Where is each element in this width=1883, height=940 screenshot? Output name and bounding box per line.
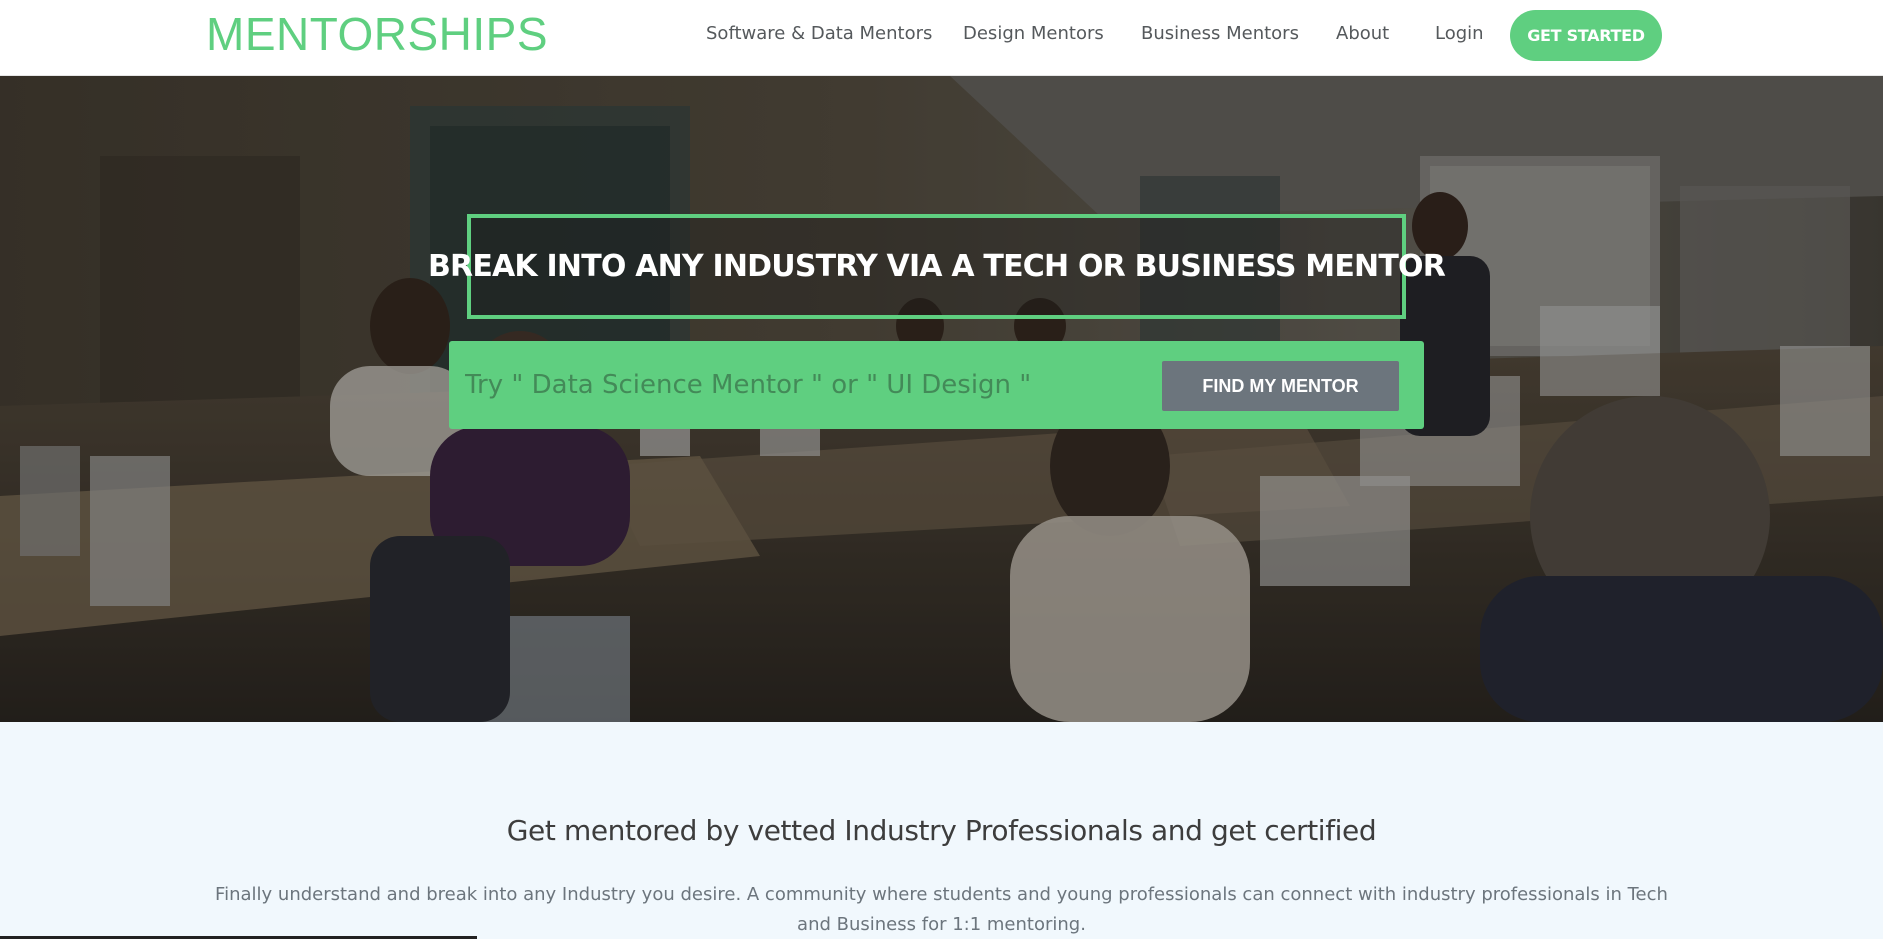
about-description: Finally understand and break into any In… xyxy=(215,884,1668,935)
nav-link-business-mentors[interactable]: Business Mentors xyxy=(1141,22,1299,46)
hero-title-box: BREAK INTO ANY INDUSTRY VIA A TECH OR BU… xyxy=(428,214,1446,319)
nav-link-design-mentors[interactable]: Design Mentors xyxy=(963,22,1104,46)
about-section: Get mentored by vetted Industry Professi… xyxy=(0,722,1883,939)
nav-link-login[interactable]: Login xyxy=(1435,22,1484,46)
hero-section: BREAK INTO ANY INDUSTRY VIA A TECH OR BU… xyxy=(0,76,1883,722)
brand-logo[interactable]: MENTORSHIPS xyxy=(206,8,548,60)
nav-link-about[interactable]: About xyxy=(1336,22,1389,46)
about-heading: Get mentored by vetted Industry Professi… xyxy=(506,814,1377,847)
find-my-mentor-button[interactable]: FIND MY MENTOR xyxy=(1162,361,1399,411)
get-started-button[interactable]: GET STARTED xyxy=(1510,10,1662,61)
navbar: MENTORSHIPS Software & Data Mentors Desi… xyxy=(0,0,1883,76)
search-bar: FIND MY MENTOR xyxy=(449,341,1424,429)
nav-link-software-data-mentors[interactable]: Software & Data Mentors xyxy=(706,22,932,46)
mentor-search-input[interactable] xyxy=(463,357,1163,413)
hero-title: BREAK INTO ANY INDUSTRY VIA A TECH OR BU… xyxy=(427,249,1446,284)
